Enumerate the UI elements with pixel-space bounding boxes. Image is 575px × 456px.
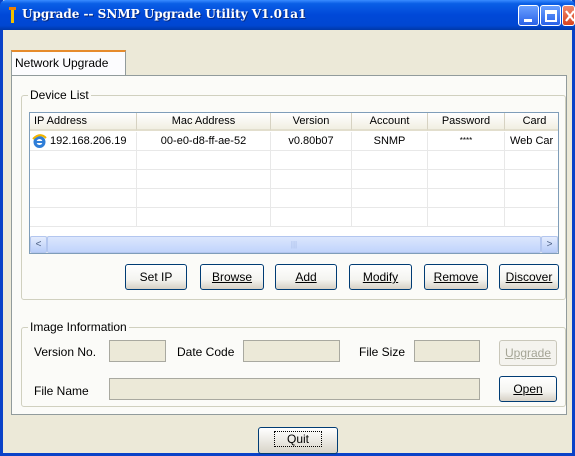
image-info-legend: Image Information [28, 320, 129, 334]
date-code-field [243, 340, 340, 362]
column-card[interactable]: Card [505, 113, 558, 131]
empty-row [30, 151, 558, 170]
scroll-thumb[interactable]: ||| [47, 236, 541, 253]
column-mac-address[interactable]: Mac Address [137, 113, 271, 131]
horizontal-scrollbar[interactable]: < ||| > [30, 236, 558, 253]
cell-password: **** [428, 132, 505, 151]
file-name-label: File Name [34, 384, 89, 398]
upgrade-button[interactable]: Upgrade [499, 340, 557, 366]
discover-button[interactable]: Discover [499, 264, 559, 290]
remove-button[interactable]: Remove [424, 264, 488, 290]
title-bar[interactable]: Upgrade -- SNMP Upgrade Utility V1.01a1 [0, 0, 575, 30]
version-field [109, 340, 166, 362]
app-window: Upgrade -- SNMP Upgrade Utility V1.01a1 … [0, 0, 575, 456]
add-button[interactable]: Add [275, 264, 337, 290]
date-code-label: Date Code [177, 345, 235, 359]
quit-label: Quit [273, 431, 322, 447]
column-version[interactable]: Version [271, 113, 352, 131]
maximize-icon[interactable] [540, 5, 561, 26]
device-list-legend: Device List [28, 88, 91, 102]
cell-version: v0.80b07 [271, 132, 352, 151]
empty-row [30, 189, 558, 208]
cell-card: Web Car [505, 132, 558, 151]
empty-row [30, 208, 558, 227]
column-password[interactable]: Password [428, 113, 505, 131]
app-icon [9, 7, 16, 23]
minimize-icon[interactable] [518, 5, 539, 26]
empty-row [30, 170, 558, 189]
cell-ip-address: 192.168.206.19 [30, 132, 137, 151]
column-account[interactable]: Account [352, 113, 428, 131]
scroll-right-icon[interactable]: > [541, 236, 558, 253]
list-header: IP Address Mac Address Version Account P… [30, 113, 558, 131]
scroll-left-icon[interactable]: < [30, 236, 47, 253]
file-size-label: File Size [359, 345, 406, 359]
window-title: Upgrade -- SNMP Upgrade Utility V1.01a1 [22, 7, 307, 21]
open-button[interactable]: Open [499, 376, 557, 402]
cell-mac-address: 00-e0-d8-ff-ae-52 [137, 132, 271, 151]
file-name-field [109, 378, 480, 400]
file-size-field [414, 340, 480, 362]
table-row[interactable]: 192.168.206.19 00-e0-d8-ff-ae-52 v0.80b0… [30, 132, 558, 151]
cell-account: SNMP [352, 132, 428, 151]
device-list-view[interactable]: IP Address Mac Address Version Account P… [29, 112, 559, 254]
modify-button[interactable]: Modify [349, 264, 412, 290]
browse-button[interactable]: Browse [200, 264, 264, 290]
set-ip-button[interactable]: Set IP [125, 264, 187, 290]
version-label: Version No. [34, 345, 97, 359]
close-icon[interactable] [562, 5, 575, 26]
tab-network-upgrade[interactable]: Network Upgrade [11, 50, 126, 76]
quit-button[interactable]: Quit [258, 427, 338, 454]
ip-value: 192.168.206.19 [50, 135, 127, 147]
ie-browser-icon [32, 134, 47, 148]
column-ip-address[interactable]: IP Address [30, 113, 137, 131]
